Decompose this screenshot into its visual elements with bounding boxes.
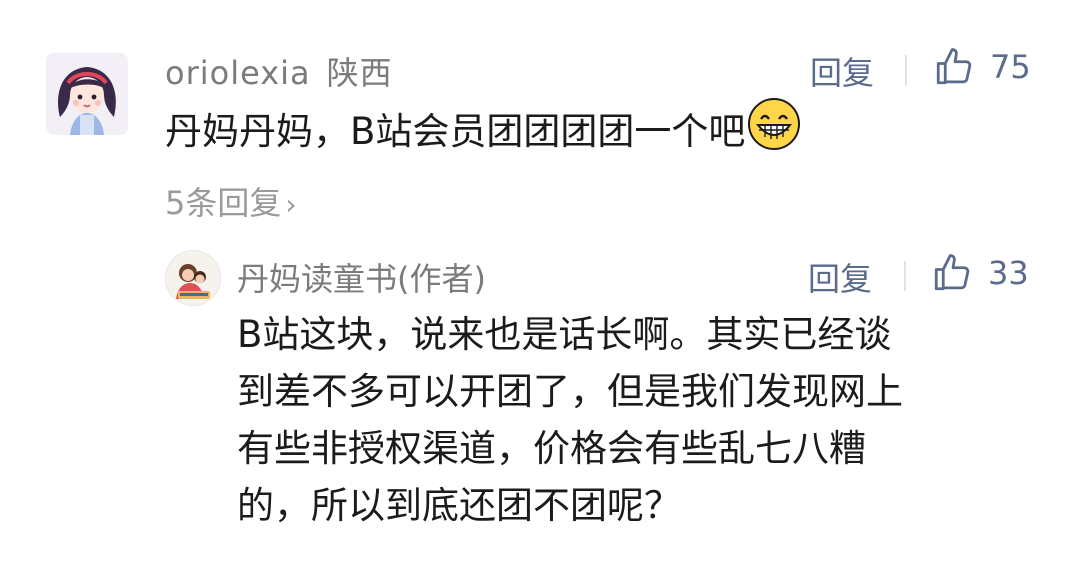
- grin-emoji-icon: [747, 97, 801, 164]
- reply-username[interactable]: 丹妈读童书(作者): [237, 254, 486, 300]
- reply-text-line: 的，所以到底还团不团呢？: [237, 484, 681, 527]
- comment-location: 陕西: [326, 54, 393, 92]
- thumbs-up-icon: [936, 48, 972, 85]
- user-avatar-illustration: [46, 53, 128, 135]
- reply-like-count: 33: [988, 254, 1029, 292]
- action-divider: [904, 261, 906, 291]
- comment-reply-button[interactable]: 回复: [810, 48, 874, 94]
- author-avatar-illustration: [166, 251, 220, 305]
- reply-text-line: 到差不多可以开团了，但是我们发现网上: [237, 370, 903, 413]
- comment-text-row: 丹妈丹妈，B站会员团团团团一个吧: [165, 98, 801, 164]
- like-button[interactable]: [933, 46, 975, 92]
- chevron-right-icon: ›: [285, 188, 297, 221]
- reply-text-line: B站这块，说来也是话长啊。其实已经谈: [237, 313, 892, 356]
- thumbs-up-icon: [934, 254, 970, 291]
- like-count: 75: [990, 48, 1031, 86]
- reply-like-button[interactable]: [931, 252, 973, 298]
- comment-username-row: oriolexia 陕西: [165, 48, 393, 94]
- avatar[interactable]: [46, 53, 128, 135]
- replies-count-label: 5条回复: [165, 184, 282, 222]
- reply-text-line: 有些非授权渠道，价格会有些乱七八糟: [237, 427, 866, 470]
- action-divider: [905, 55, 907, 85]
- comment-text: 丹妈丹妈，B站会员团团团团一个吧: [165, 110, 746, 153]
- reply-text: B站这块，说来也是话长啊。其实已经谈 到差不多可以开团了，但是我们发现网上 有些…: [237, 306, 1037, 534]
- author-avatar[interactable]: [165, 250, 221, 306]
- reply-reply-button[interactable]: 回复: [808, 254, 872, 300]
- comment-username[interactable]: oriolexia: [165, 54, 311, 92]
- view-replies-link[interactable]: 5条回复 ›: [165, 178, 297, 224]
